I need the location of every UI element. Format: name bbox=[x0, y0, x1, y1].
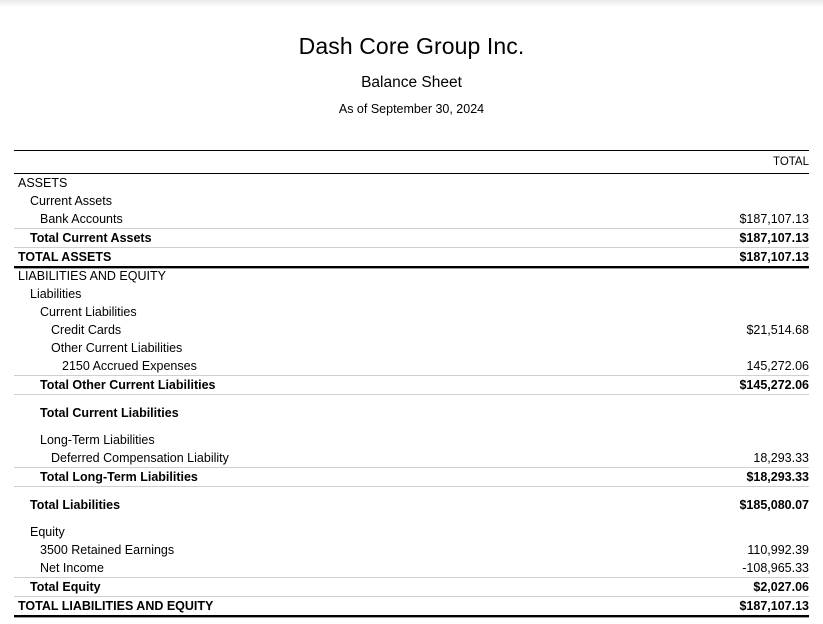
row-label: Equity bbox=[30, 525, 65, 539]
table-row: Deferred Compensation Liability 18,293.33 bbox=[14, 449, 809, 468]
company-name: Dash Core Group Inc. bbox=[298, 33, 525, 59]
row-label: 2150 Accrued Expenses bbox=[62, 359, 197, 373]
table-row: Current Liabilities bbox=[14, 303, 809, 321]
row-amount bbox=[634, 339, 809, 357]
table-row: Current Assets bbox=[14, 192, 809, 210]
row-label: Current Assets bbox=[30, 194, 112, 208]
row-label: Net Income bbox=[40, 561, 104, 575]
row-amount: $187,107.13 bbox=[634, 228, 809, 248]
table-row: Total Liabilities $185,080.07 bbox=[14, 486, 809, 514]
row-label: LIABILITIES AND EQUITY bbox=[14, 266, 634, 285]
column-header-total: TOTAL bbox=[773, 156, 809, 168]
report-bottom-double-rule bbox=[14, 615, 809, 620]
row-label: TOTAL ASSETS bbox=[14, 247, 634, 267]
row-amount: 145,272.06 bbox=[746, 359, 809, 373]
row-label: Total Equity bbox=[14, 577, 634, 597]
table-row: Total Equity $2,027.06 bbox=[14, 577, 809, 597]
row-label: Current Liabilities bbox=[40, 305, 137, 319]
row-label: TOTAL LIABILITIES AND EQUITY bbox=[14, 596, 634, 615]
row-label: Liabilities bbox=[30, 287, 82, 301]
table-row: Total Long-Term Liabilities $18,293.33 bbox=[14, 467, 809, 487]
row-amount: 110,992.39 bbox=[747, 543, 809, 557]
report-header: Dash Core Group Inc. Balance Sheet As of… bbox=[0, 32, 823, 117]
row-amount: $187,107.13 bbox=[634, 596, 809, 615]
row-label: Total Current Assets bbox=[14, 228, 634, 248]
table-row: Net Income -108,965.33 bbox=[14, 559, 809, 578]
balance-sheet-table: TOTAL ASSETS Current Assets Bank Accounts $… bbox=[14, 150, 809, 615]
row-amount bbox=[634, 285, 809, 303]
table-header-row: TOTAL bbox=[14, 150, 809, 174]
header-blank-cell bbox=[14, 151, 634, 174]
table-row: Credit Cards $21,514.68 bbox=[14, 321, 809, 339]
row-amount: $185,080.07 bbox=[634, 486, 809, 514]
table-row: Long-Term Liabilities bbox=[14, 422, 809, 449]
row-label: Total Other Current Liabilities bbox=[14, 375, 634, 395]
table-row: LIABILITIES AND EQUITY bbox=[14, 266, 809, 285]
table-row: Liabilities bbox=[14, 285, 809, 303]
row-label: Deferred Compensation Liability bbox=[51, 451, 229, 465]
row-label: Long-Term Liabilities bbox=[40, 433, 155, 447]
row-amount: $2,027.06 bbox=[634, 577, 809, 597]
table-row: Total Other Current Liabilities $145,272.… bbox=[14, 375, 809, 395]
row-amount: $145,272.06 bbox=[634, 375, 809, 395]
table-row: Other Current Liabilities bbox=[14, 339, 809, 357]
row-label: 3500 Retained Earnings bbox=[40, 543, 175, 557]
report-period: As of September 30, 2024 bbox=[338, 102, 485, 116]
table-row: Total Current Assets $187,107.13 bbox=[14, 228, 809, 248]
row-amount: $187,107.13 bbox=[739, 212, 809, 226]
report-title: Balance Sheet bbox=[361, 74, 462, 91]
table-row: ASSETS bbox=[14, 174, 809, 193]
table-row: Total Current Liabilities bbox=[14, 394, 809, 422]
table-row: Bank Accounts $187,107.13 bbox=[14, 210, 809, 229]
table-row: TOTAL ASSETS $187,107.13 bbox=[14, 247, 809, 267]
row-amount bbox=[634, 422, 809, 449]
row-label: Total Liabilities bbox=[14, 486, 634, 514]
row-amount bbox=[634, 514, 809, 541]
table-row: 3500 Retained Earnings 110,992.39 bbox=[14, 541, 809, 559]
row-amount bbox=[634, 394, 809, 422]
row-amount bbox=[634, 192, 809, 210]
row-amount: $18,293.33 bbox=[634, 467, 809, 487]
row-amount: 18,293.33 bbox=[753, 451, 809, 465]
row-amount: $187,107.13 bbox=[634, 247, 809, 267]
row-label: ASSETS bbox=[18, 176, 68, 190]
row-label: Other Current Liabilities bbox=[51, 341, 183, 355]
table-row: TOTAL LIABILITIES AND EQUITY $187,107.13 bbox=[14, 596, 809, 615]
row-label: Total Long-Term Liabilities bbox=[14, 467, 634, 487]
balance-sheet-report: Dash Core Group Inc. Balance Sheet As of… bbox=[0, 0, 823, 620]
row-label: Credit Cards bbox=[51, 323, 122, 337]
row-amount: $21,514.68 bbox=[746, 323, 809, 337]
row-amount bbox=[634, 266, 809, 285]
table-body: ASSETS Current Assets Bank Accounts $187,10… bbox=[14, 174, 809, 615]
row-amount bbox=[634, 303, 809, 321]
row-amount bbox=[634, 174, 809, 193]
row-label: Bank Accounts bbox=[40, 212, 123, 226]
table-row: Equity bbox=[14, 514, 809, 541]
table-row: 2150 Accrued Expenses 145,272.06 bbox=[14, 357, 809, 376]
row-amount: -108,965.33 bbox=[742, 561, 809, 575]
row-label: Total Current Liabilities bbox=[14, 394, 634, 422]
